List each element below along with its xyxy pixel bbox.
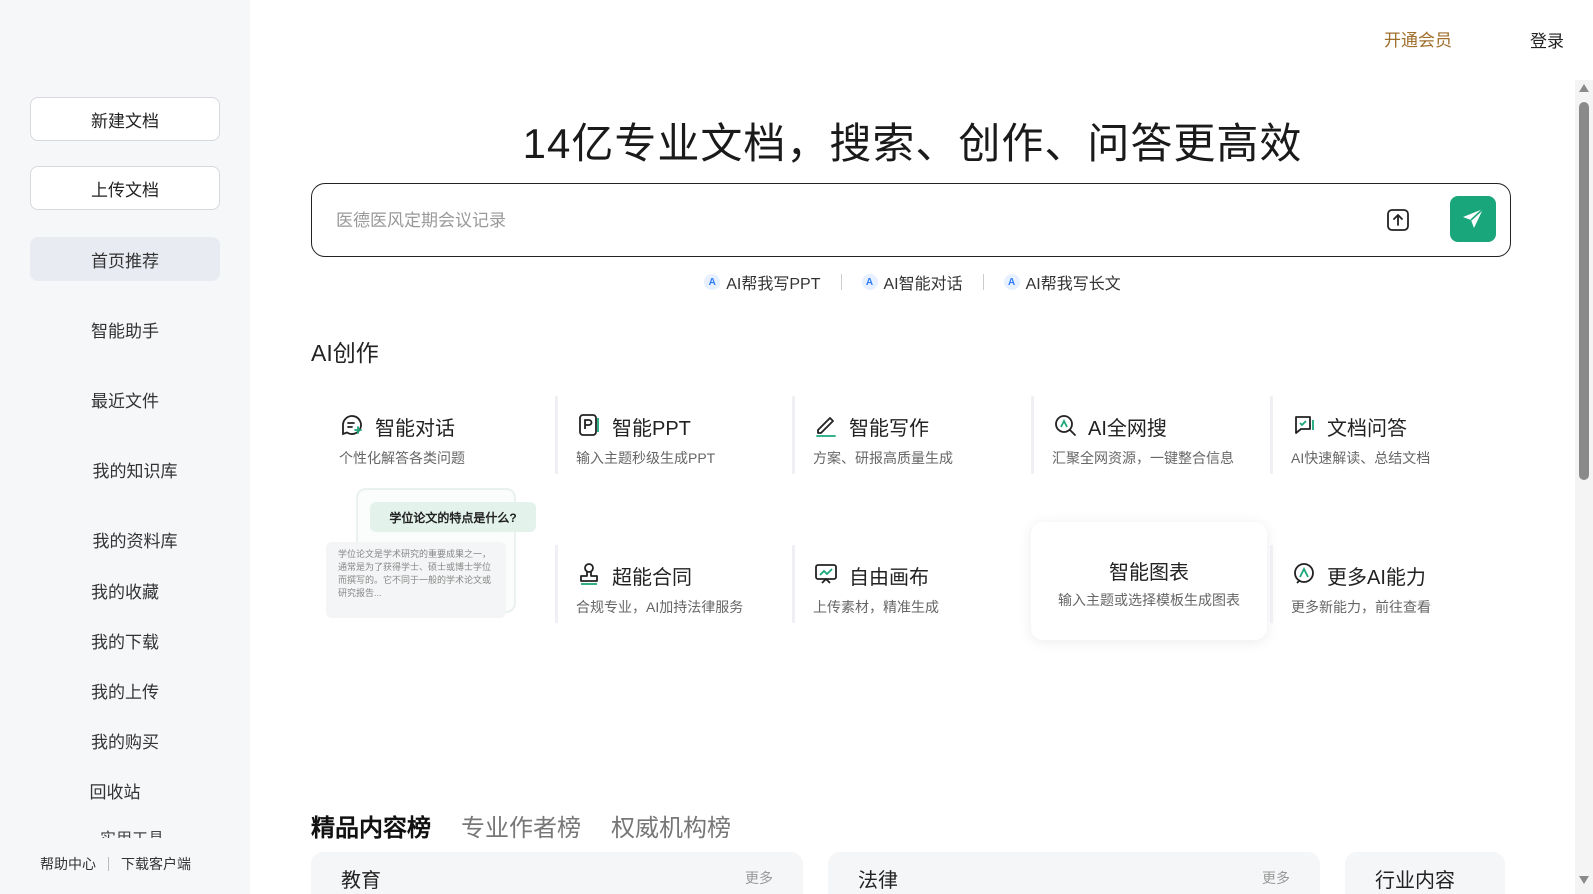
card-smart-chat[interactable]: 智能对话 个性化解答各类问题	[311, 398, 547, 488]
ai-logo-icon: A	[704, 274, 721, 290]
more-link[interactable]: 更多	[1262, 868, 1290, 888]
upload-file-icon[interactable]	[1382, 204, 1414, 236]
more-link[interactable]: 更多	[745, 868, 773, 888]
upload-doc-button[interactable]: 上传文档	[30, 166, 220, 210]
chat-preview-illustration: 学位论文的特点是什么? 学位论文是学术研究的重要成果之一，通常是为了获得学士、硕…	[326, 488, 536, 618]
ranking-tabs: 精品内容榜 专业作者榜 权威机构榜	[311, 808, 731, 843]
sidebar-item-materials[interactable]: 我的资料库	[40, 517, 230, 561]
ai-logo-icon: A	[1003, 274, 1020, 290]
sidebar-item-home[interactable]: 首页推荐	[30, 237, 220, 281]
ai-section-title: AI创作	[311, 340, 379, 366]
sidebar-item-knowledge[interactable]: 我的知识库	[40, 447, 230, 491]
card-super-contract[interactable]: 超能合同 合规专业，AI加持法律服务	[548, 547, 784, 637]
new-doc-button[interactable]: 新建文档	[30, 97, 220, 141]
panel-education: 教育 更多	[311, 852, 803, 894]
download-client-link[interactable]: 下载客户端	[121, 854, 191, 874]
stamp-icon	[580, 563, 598, 585]
card-smart-chart[interactable]: 智能图表 输入主题或选择模板生成图表	[1031, 522, 1267, 640]
sidebar-item-favorites[interactable]: 我的收藏	[30, 568, 220, 612]
hero-title: 14亿专业文档，搜索、创作、问答更高效	[522, 120, 1303, 167]
scroll-down-arrow-icon[interactable]	[1579, 876, 1589, 884]
card-doc-qa[interactable]: 文档问答 AI快速解读、总结文档	[1263, 398, 1499, 488]
card-more-ai[interactable]: 更多AI能力 更多新能力，前往查看	[1263, 547, 1499, 637]
footer-divider	[108, 857, 109, 871]
sidebar-item-purchases[interactable]: 我的购买	[30, 718, 220, 762]
ppt-icon	[579, 414, 599, 436]
ai-logo-icon: A	[861, 274, 878, 290]
send-button[interactable]	[1450, 196, 1496, 242]
tab-premium-content[interactable]: 精品内容榜	[311, 808, 431, 843]
pen-icon	[816, 417, 836, 437]
preview-answer: 学位论文是学术研究的重要成果之一，通常是为了获得学士、硕士或博士学位而撰写的。它…	[326, 542, 506, 618]
sidebar-item-trash[interactable]: 回收站	[20, 768, 210, 812]
sidebar-item-assistant[interactable]: 智能助手	[30, 307, 220, 351]
more-ai-icon	[1294, 563, 1314, 584]
send-icon	[1463, 208, 1484, 228]
tab-authority-orgs[interactable]: 权威机构榜	[611, 808, 731, 843]
card-free-canvas[interactable]: 自由画布 上传素材，精准生成	[785, 547, 1021, 637]
doc-qa-icon	[1295, 416, 1314, 434]
web-search-icon	[1055, 415, 1076, 436]
tab-pro-authors[interactable]: 专业作者榜	[461, 808, 581, 843]
sidebar-item-uploads[interactable]: 我的上传	[30, 668, 220, 712]
panel-industry: 行业内容	[1345, 852, 1505, 894]
card-web-search[interactable]: AI全网搜 汇聚全网资源，一键整合信息	[1024, 398, 1260, 488]
preview-question: 学位论文的特点是什么?	[370, 502, 536, 532]
card-smart-writing[interactable]: 智能写作 方案、研报高质量生成	[785, 398, 1021, 488]
login-button[interactable]: 登录	[1530, 27, 1564, 52]
quick-link-longform[interactable]: A AI帮我写长文	[984, 270, 1141, 294]
panel-law: 法律 更多	[828, 852, 1320, 894]
sidebar-item-downloads[interactable]: 我的下载	[30, 618, 220, 662]
sidebar: 新建文档 上传文档 首页推荐 智能助手 最近文件 我的知识库 我的资料库 我的收…	[0, 0, 250, 894]
help-center-link[interactable]: 帮助中心	[40, 854, 96, 874]
chat-plus-icon	[342, 415, 362, 436]
sidebar-item-tools-cutoff[interactable]: 实用工具	[100, 826, 180, 838]
quick-links: A AI帮我写PPT A AI智能对话 A AI帮我写长文	[250, 270, 1575, 294]
scrollbar-thumb[interactable]	[1579, 102, 1589, 480]
search-box	[311, 183, 1511, 257]
search-input[interactable]	[336, 206, 1336, 236]
quick-link-ppt[interactable]: A AI帮我写PPT	[684, 270, 840, 294]
canvas-icon	[815, 564, 837, 584]
card-smart-ppt[interactable]: 智能PPT 输入主题秒级生成PPT	[548, 398, 784, 488]
sidebar-footer: 实用工具 帮助中心 下载客户端	[0, 826, 250, 886]
scroll-up-arrow-icon[interactable]	[1579, 84, 1589, 92]
vip-button[interactable]: 开通会员	[1384, 26, 1452, 51]
quick-link-chat[interactable]: A AI智能对话	[842, 270, 983, 294]
sidebar-item-recent[interactable]: 最近文件	[30, 377, 220, 421]
